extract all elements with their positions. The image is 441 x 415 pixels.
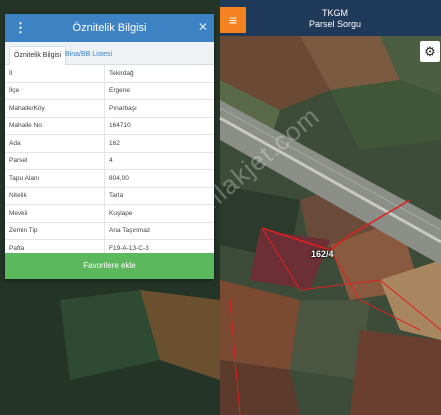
table-row: Mahalle/Köy Pınarbaşı	[5, 99, 214, 118]
menu-button[interactable]: ≡	[220, 7, 246, 33]
row-value: Tarla	[104, 187, 214, 205]
row-key: İl	[5, 65, 105, 83]
table-row: Mevkii Kuşlape	[5, 204, 214, 223]
row-value: Ana Taşınmaz	[104, 222, 214, 240]
add-favorite-button[interactable]: Favorilere ekle	[5, 253, 214, 279]
tab-attributes[interactable]: Öznitelik Bilgisi	[9, 46, 67, 65]
dialog-header: ⋮ Öznitelik Bilgisi ✕	[5, 14, 214, 42]
app-title-text: TKGM	[322, 8, 348, 18]
row-key: Mahalle/Köy	[5, 99, 105, 118]
table-row: İlçe Ergene	[5, 82, 214, 100]
row-value: 4	[104, 152, 214, 170]
row-value: 804,00	[104, 169, 214, 188]
table-row: Zemin Tip Ana Taşınmaz	[5, 222, 214, 240]
row-key: Zemin Tip	[5, 222, 105, 240]
row-key: Parsel	[5, 152, 105, 170]
table-row: Nitelik Tarla	[5, 187, 214, 205]
table-row: İl Tekirdağ	[5, 65, 214, 83]
row-value: Ergene	[104, 82, 214, 100]
gear-icon: ⚙	[424, 44, 436, 59]
row-key: Tapu Alanı	[5, 169, 105, 188]
attribute-table: İl Tekirdağ İlçe Ergene Mahalle/Köy Pınarba…	[5, 65, 214, 258]
table-row: Tapu Alanı 804,00	[5, 169, 214, 188]
row-value: Kuşlape	[104, 204, 214, 223]
close-icon[interactable]: ✕	[198, 20, 208, 34]
hamburger-icon: ≡	[228, 12, 238, 28]
table-row: Ada 162	[5, 134, 214, 153]
row-value: Pınarbaşı	[104, 99, 214, 118]
table-row: Parsel 4	[5, 152, 214, 170]
row-value: 164710	[104, 117, 214, 135]
row-key: Nitelik	[5, 187, 105, 205]
row-key: Mevkii	[5, 204, 105, 223]
attribute-dialog: ⋮ Öznitelik Bilgisi ✕ Öznitelik Bilgisi …	[5, 14, 214, 279]
tab-buildings[interactable]: Bina/BB Listesi	[61, 46, 116, 64]
settings-button[interactable]: ⚙	[420, 41, 440, 62]
app-title: TKGM Parsel Sorgu	[305, 8, 365, 30]
table-row: Mahalle No 164710	[5, 117, 214, 135]
parcel-label[interactable]: 162/4	[311, 249, 334, 259]
row-key: İlçe	[5, 82, 105, 100]
row-key: Ada	[5, 134, 105, 153]
app-subtitle: Parsel Sorgu	[308, 19, 362, 29]
row-value: Tekirdağ	[104, 65, 214, 83]
row-key: Mahalle No	[5, 117, 105, 135]
row-value: 162	[104, 134, 214, 153]
dialog-title: Öznitelik Bilgisi	[72, 22, 147, 34]
dialog-tabs: Öznitelik Bilgisi Bina/BB Listesi	[5, 42, 214, 65]
